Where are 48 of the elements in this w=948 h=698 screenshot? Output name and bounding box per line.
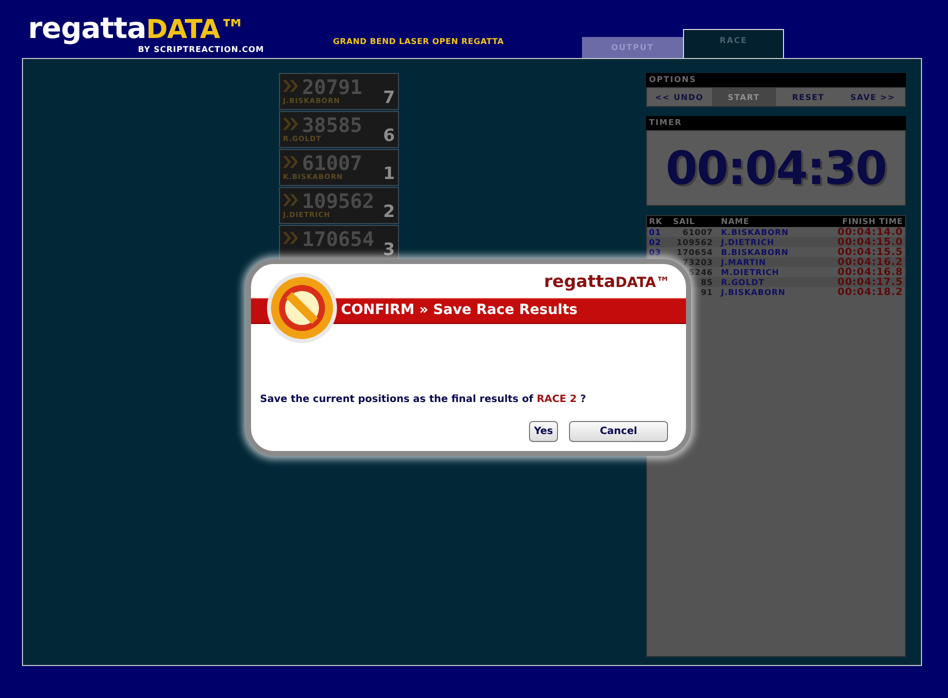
table-cell-text: 91 bbox=[700, 288, 714, 297]
table-cell-text: J.BISKABORN bbox=[721, 288, 786, 297]
chevron-icon bbox=[283, 156, 299, 168]
table-cell-text: 170654 bbox=[676, 248, 714, 257]
column-header: RK bbox=[649, 217, 664, 226]
table-cell-text: 5246 bbox=[688, 268, 714, 277]
chevron-icon bbox=[283, 80, 299, 92]
tab[interactable]: RACE bbox=[683, 29, 784, 58]
column-header: SAIL bbox=[673, 217, 696, 226]
dialog-title: CONFIRM » Save Race Results bbox=[341, 302, 578, 318]
table-cell-text: 00:04:15.0 bbox=[836, 237, 903, 248]
byline: BY SCRIPTREACTION.COM bbox=[138, 45, 264, 54]
app-logo: regattaDATA™ bbox=[28, 14, 246, 43]
table-cell-text: 00:04:14.0 bbox=[836, 227, 903, 238]
cancel-button[interactable]: Cancel bbox=[569, 421, 668, 442]
dialog-logo: regattaDATA™ bbox=[544, 272, 670, 292]
table-cell-text: 00:04:15.5 bbox=[836, 247, 903, 258]
prohibited-icon bbox=[266, 272, 338, 344]
column-header: NAME bbox=[721, 217, 750, 226]
table-cell-text: 00:04:18.2 bbox=[836, 287, 903, 298]
confirm-message: Save the current positions as the final results of RACE 2 ? bbox=[260, 394, 586, 405]
table-cell-text: 00:04:16.8 bbox=[836, 267, 903, 278]
table-cell: 01 bbox=[649, 228, 662, 237]
yes-button[interactable]: Yes bbox=[528, 421, 558, 442]
position-number: 3 bbox=[383, 240, 395, 260]
table-cell-text: 00:04:17.5 bbox=[836, 277, 903, 288]
position-number: 6 bbox=[383, 126, 395, 146]
chevron-icon bbox=[283, 118, 299, 130]
table-cell-text: J.MARTIN bbox=[721, 258, 768, 267]
options-title: OPTIONS bbox=[646, 73, 906, 87]
position-number: 1 bbox=[383, 164, 395, 184]
chevron-icon bbox=[283, 232, 299, 244]
position-number: 2 bbox=[383, 202, 395, 222]
table-cell-text: B.BISKABORN bbox=[721, 248, 790, 257]
table-cell: 02 bbox=[649, 238, 662, 247]
table-cell-text: J.DIETRICH bbox=[721, 238, 776, 247]
position-number: 7 bbox=[383, 88, 395, 108]
table-cell-text: 61007 bbox=[682, 228, 714, 237]
event-title: GRAND BEND LASER OPEN REGATTA bbox=[333, 37, 504, 46]
timer-title: TIMER bbox=[646, 116, 906, 130]
timer-display: 00:04:30 bbox=[646, 130, 906, 206]
column-header: FINISH TIME bbox=[841, 217, 903, 226]
table-cell-text: R.GOLDT bbox=[721, 278, 766, 287]
chevron-icon bbox=[283, 194, 299, 206]
table-cell-text: M.DIETRICH bbox=[721, 268, 780, 277]
table-cell: 03 bbox=[649, 248, 662, 257]
table-cell-text: 00:04:16.2 bbox=[836, 257, 903, 268]
table-cell-text: K.BISKABORN bbox=[721, 228, 790, 237]
